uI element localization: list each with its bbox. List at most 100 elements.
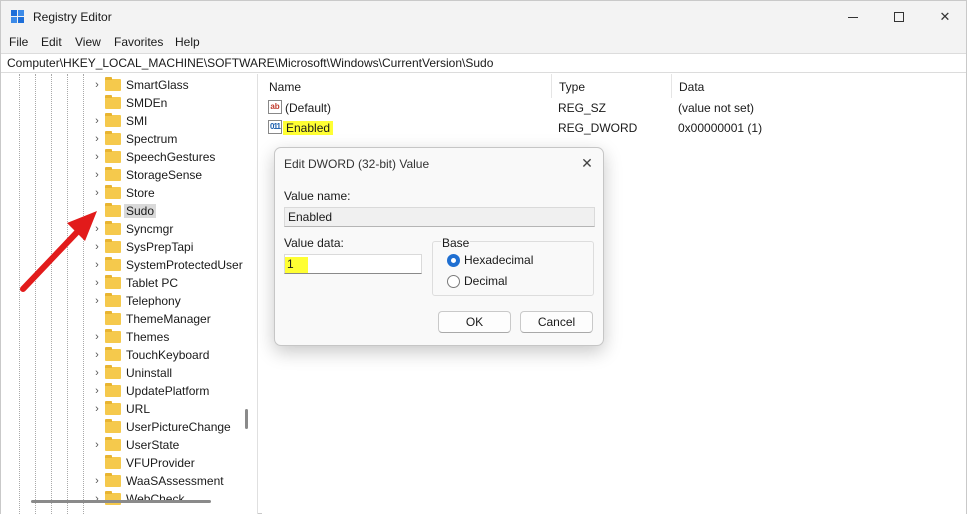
folder-icon (105, 257, 121, 271)
chevron-right-icon[interactable]: › (93, 367, 101, 379)
base-label: Base (441, 236, 471, 250)
folder-icon (105, 185, 121, 199)
tree-item[interactable]: › Uninstall (1, 364, 241, 382)
tree-item[interactable]: › Tablet PC (1, 274, 241, 292)
tree-item[interactable]: Sudo (1, 202, 241, 220)
edit-dword-dialog: Edit DWORD (32-bit) Value ✕ Value name: … (274, 147, 604, 346)
chevron-right-icon[interactable]: › (93, 331, 101, 343)
chevron-right-icon[interactable]: › (93, 187, 101, 199)
value-row[interactable]: ab (Default) REG_SZ (value not set) (262, 98, 966, 118)
tree-item[interactable]: › WaaSAssessment (1, 472, 241, 490)
chevron-right-icon[interactable]: › (93, 439, 101, 451)
value-data-input[interactable]: 1 (284, 254, 422, 274)
close-button[interactable]: ✕ (922, 1, 967, 33)
radio-selected-icon (447, 254, 460, 267)
chevron-right-icon[interactable]: › (93, 403, 101, 415)
folder-icon (105, 113, 121, 127)
tree-item[interactable]: › SysPrepTapi (1, 238, 241, 256)
column-header-data[interactable]: Data (672, 74, 966, 98)
chevron-right-icon[interactable]: › (93, 169, 101, 181)
minimize-button[interactable] (830, 1, 876, 33)
tree-item[interactable]: › Spectrum (1, 130, 241, 148)
tree-item-label: WaaSAssessment (126, 474, 224, 488)
tree-item-label: TouchKeyboard (126, 348, 210, 362)
dialog-close-button[interactable]: ✕ (577, 153, 597, 173)
address-bar[interactable]: Computer\HKEY_LOCAL_MACHINE\SOFTWARE\Mic… (1, 53, 966, 73)
close-icon: ✕ (581, 155, 593, 171)
chevron-right-icon[interactable]: › (93, 259, 101, 271)
chevron-right-icon[interactable]: › (93, 349, 101, 361)
folder-icon (105, 473, 121, 487)
tree-item-label: UserPictureChange (126, 420, 231, 434)
menu-help[interactable]: Help (175, 35, 200, 49)
tree-item[interactable]: › URL (1, 400, 241, 418)
key-tree-pane[interactable]: › SmartGlass SMDEn › SMI › Spectrum › SpeechGest… (1, 74, 258, 514)
tree-item[interactable]: ThemeManager (1, 310, 241, 328)
chevron-right-icon[interactable]: › (93, 79, 101, 91)
menu-file[interactable]: File (9, 35, 28, 49)
dialog-title: Edit DWORD (32-bit) Value (284, 157, 430, 171)
tree-item[interactable]: SMDEn (1, 94, 241, 112)
tree-item-label: Themes (126, 330, 170, 344)
folder-icon (105, 221, 121, 235)
value-row[interactable]: 011 Enabled REG_DWORD 0x00000001 (1) (262, 118, 966, 138)
menu-view[interactable]: View (75, 35, 101, 49)
chevron-right-icon[interactable]: › (93, 115, 101, 127)
menu-bar: File Edit View Favorites Help (1, 33, 966, 53)
cancel-button[interactable]: Cancel (520, 311, 593, 333)
tree-item[interactable]: › SmartGlass (1, 76, 241, 94)
tree-vertical-scrollbar[interactable] (245, 409, 248, 429)
radio-unselected-icon (447, 275, 460, 288)
tree-item[interactable]: › SpeechGestures (1, 148, 241, 166)
tree-item[interactable]: › StorageSense (1, 166, 241, 184)
column-header-name[interactable]: Name (262, 74, 552, 98)
chevron-right-icon[interactable]: › (93, 223, 101, 235)
chevron-right-icon[interactable]: › (93, 277, 101, 289)
tree-item[interactable]: VFUProvider (1, 454, 241, 472)
value-data-label: Value data: (284, 236, 344, 250)
tree-item[interactable]: › SystemProtectedUser (1, 256, 243, 274)
chevron-right-icon[interactable]: › (93, 133, 101, 145)
tree-item-label: SmartGlass (126, 78, 189, 92)
chevron-right-icon[interactable]: › (93, 241, 101, 253)
chevron-right-icon[interactable]: › (93, 295, 101, 307)
tree-item[interactable]: › TouchKeyboard (1, 346, 241, 364)
column-header-type[interactable]: Type (552, 74, 672, 98)
chevron-right-icon[interactable]: › (93, 475, 101, 487)
tree-item-label: Store (126, 186, 155, 200)
value-type: REG_SZ (558, 101, 607, 115)
folder-icon (105, 455, 121, 469)
minimize-icon (848, 16, 858, 18)
tree-item[interactable]: › UserState (1, 436, 241, 454)
maximize-button[interactable] (876, 1, 922, 33)
chevron-right-icon[interactable]: › (93, 385, 101, 397)
tree-item-label: UserState (126, 438, 180, 452)
tree-item-label: Spectrum (126, 132, 178, 146)
menu-edit[interactable]: Edit (41, 35, 62, 49)
menu-favorites[interactable]: Favorites (114, 35, 163, 49)
tree-item[interactable]: UserPictureChange (1, 418, 241, 436)
tree-item-label: Uninstall (126, 366, 173, 380)
folder-icon (105, 77, 121, 91)
chevron-right-icon[interactable]: › (93, 493, 101, 505)
folder-icon (105, 131, 121, 145)
tree-item[interactable]: › Themes (1, 328, 241, 346)
string-value-icon: ab (268, 100, 282, 114)
value-name-label: Value name: (284, 189, 351, 203)
tree-horizontal-scrollbar[interactable] (31, 500, 211, 503)
tree-item[interactable]: › Telephony (1, 292, 241, 310)
chevron-right-icon[interactable]: › (93, 151, 101, 163)
value-data-text: 1 (285, 257, 308, 273)
ok-button[interactable]: OK (438, 311, 511, 333)
tree-item-label: ThemeManager (126, 312, 211, 326)
tree-item[interactable]: › Syncmgr (1, 220, 241, 238)
tree-item-label: Sudo (124, 204, 157, 218)
tree-item-label: URL (126, 402, 151, 416)
title-bar: Registry Editor ✕ (1, 1, 966, 33)
folder-icon (105, 311, 121, 325)
tree-item-label: StorageSense (126, 168, 203, 182)
tree-item[interactable]: › WebCheck (1, 490, 241, 508)
tree-item[interactable]: › Store (1, 184, 241, 202)
tree-item[interactable]: › SMI (1, 112, 241, 130)
tree-item[interactable]: › UpdatePlatform (1, 382, 241, 400)
